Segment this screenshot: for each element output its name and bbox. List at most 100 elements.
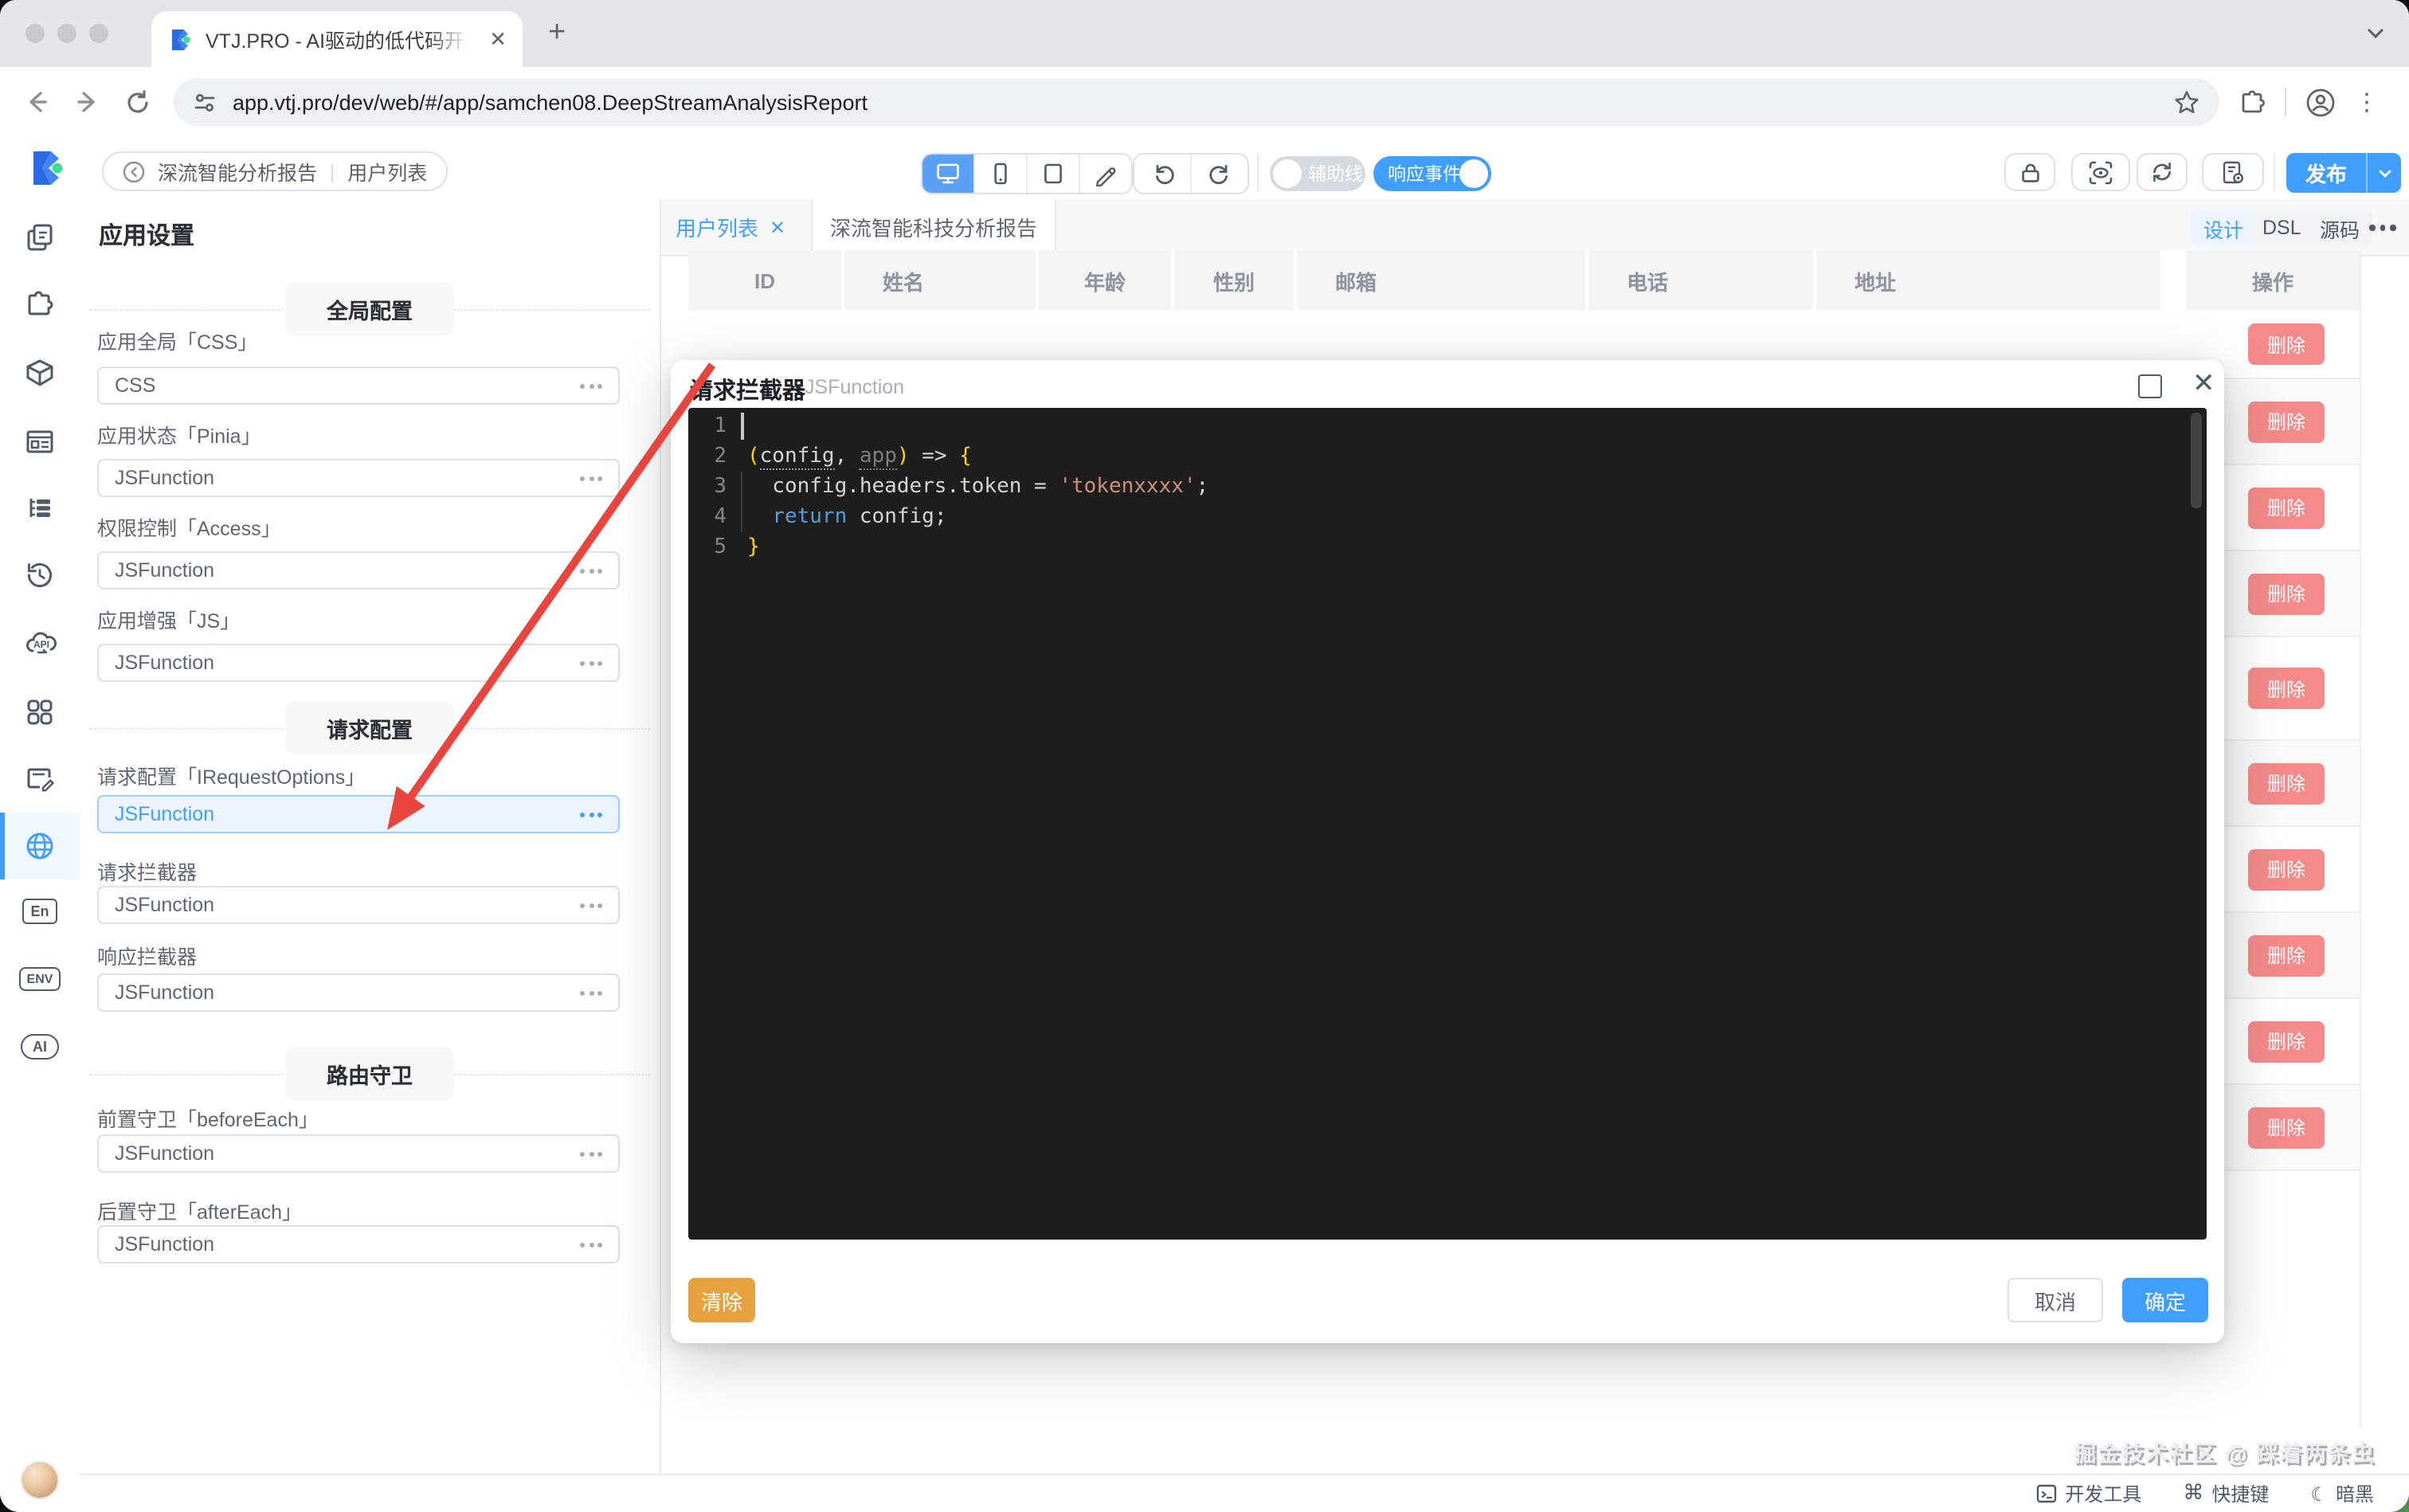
cancel-button[interactable]: 取消 <box>2007 1278 2103 1322</box>
sidebar-item-network[interactable] <box>24 830 56 862</box>
ellipsis-icon[interactable] <box>580 1242 602 1247</box>
sidebar-item-layout[interactable] <box>24 425 56 457</box>
field-input[interactable]: JSFunction <box>97 1225 620 1263</box>
bookmark-star-icon[interactable] <box>2173 88 2200 116</box>
field-input[interactable]: JSFunction <box>97 1134 620 1173</box>
minimize-window-button[interactable] <box>57 24 76 43</box>
browser-tab[interactable]: VTJ.PRO - AI驱动的低代码开发 ✕ <box>151 11 523 67</box>
phone-device-button[interactable] <box>975 155 1028 193</box>
clear-button[interactable]: 清除 <box>688 1278 755 1322</box>
close-window-button[interactable] <box>25 24 45 43</box>
address-bar[interactable]: app.vtj.pro/dev/web/#/app/samchen08.Deep… <box>174 78 2219 126</box>
delete-button[interactable]: 删除 <box>2248 668 2325 709</box>
column-header[interactable]: 姓名 <box>844 250 1039 311</box>
events-toggle[interactable]: 响应事件 <box>1373 156 1491 191</box>
column-header[interactable]: 地址 <box>1816 250 2164 311</box>
tab-close-icon[interactable]: ✕ <box>770 216 785 238</box>
mode-source[interactable]: 源码 <box>2307 210 2372 245</box>
column-header[interactable]: ID <box>688 250 844 311</box>
sidebar-item-history[interactable] <box>24 559 56 591</box>
delete-button[interactable]: 删除 <box>2248 487 2325 528</box>
delete-button[interactable]: 删除 <box>2248 323 2325 365</box>
lock-button[interactable] <box>2004 153 2055 191</box>
delete-button[interactable]: 删除 <box>2248 848 2325 890</box>
preview-button[interactable] <box>2071 153 2130 191</box>
sidebar-item-components[interactable] <box>24 357 56 389</box>
user-avatar[interactable] <box>21 1461 59 1499</box>
url-text[interactable]: app.vtj.pro/dev/web/#/app/samchen08.Deep… <box>233 90 2173 114</box>
column-header[interactable]: 电话 <box>1588 250 1816 311</box>
ellipsis-icon[interactable] <box>580 990 602 995</box>
delete-button[interactable]: 删除 <box>2248 934 2325 976</box>
ellipsis-icon[interactable] <box>580 660 602 665</box>
delete-button[interactable]: 删除 <box>2248 762 2325 804</box>
column-header[interactable]: 邮箱 <box>1297 250 1588 311</box>
code-editor[interactable]: 12(config, app) => {3 config.headers.tok… <box>688 408 2207 1240</box>
desktop-device-button[interactable] <box>922 155 975 193</box>
browser-menu-icon[interactable]: ⋮ <box>2355 88 2379 116</box>
column-header[interactable]: 年龄 <box>1039 250 1174 311</box>
delete-button[interactable]: 删除 <box>2248 1020 2325 1062</box>
breadcrumb-page[interactable]: 用户列表 <box>347 156 427 186</box>
close-icon[interactable]: ✕ <box>2192 368 2215 400</box>
sidebar-item-form[interactable] <box>24 763 56 795</box>
guides-toggle[interactable]: 辅助线 <box>1270 156 1365 191</box>
mode-dsl[interactable]: DSL <box>2250 210 2314 245</box>
ellipsis-icon[interactable] <box>580 568 602 573</box>
sidebar-item-ai[interactable]: AI <box>21 1034 59 1060</box>
confirm-button[interactable]: 确定 <box>2122 1278 2208 1322</box>
ellipsis-icon[interactable] <box>580 383 602 388</box>
extensions-icon[interactable] <box>2239 88 2266 116</box>
forward-icon[interactable] <box>73 88 102 116</box>
back-icon[interactable] <box>22 88 51 116</box>
footer-link-暗黑[interactable]: ☾暗黑 <box>2310 1480 2374 1507</box>
sidebar-item-i18n[interactable]: En <box>22 899 57 924</box>
refresh-button[interactable] <box>2137 153 2188 191</box>
site-settings-icon[interactable] <box>193 90 217 114</box>
field-input[interactable]: JSFunction <box>97 795 620 833</box>
redo-button[interactable] <box>1192 155 1248 193</box>
breadcrumb-project[interactable]: 深流智能分析报告 <box>158 156 317 186</box>
undo-button[interactable] <box>1134 155 1192 193</box>
page-settings-button[interactable] <box>2202 153 2264 191</box>
tablet-device-button[interactable] <box>1028 155 1080 193</box>
column-header[interactable]: 性别 <box>1174 250 1297 311</box>
sidebar-item-blocks[interactable] <box>24 288 56 320</box>
sidebar-item-outline[interactable] <box>24 492 56 524</box>
field-input[interactable]: CSS <box>97 366 620 405</box>
field-input[interactable]: JSFunction <box>97 644 620 682</box>
publish-dropdown-icon[interactable] <box>2368 165 2401 181</box>
zoom-window-button[interactable] <box>89 24 108 43</box>
ellipsis-icon[interactable] <box>580 903 602 907</box>
profile-icon[interactable] <box>2305 87 2336 117</box>
publish-label[interactable]: 发布 <box>2286 158 2366 188</box>
maximize-icon[interactable] <box>2138 374 2162 398</box>
tab-user-list[interactable]: 用户列表 ✕ <box>661 199 811 255</box>
new-tab-button[interactable]: + <box>548 16 566 51</box>
ellipsis-icon[interactable] <box>580 476 602 480</box>
reload-icon[interactable] <box>124 88 151 116</box>
field-input[interactable]: JSFunction <box>97 459 620 497</box>
delete-button[interactable]: 删除 <box>2248 573 2325 614</box>
editor-scrollbar[interactable] <box>2191 413 2202 508</box>
ellipsis-icon[interactable] <box>580 812 602 817</box>
sidebar-item-pages[interactable] <box>24 221 56 253</box>
field-input[interactable]: JSFunction <box>97 973 620 1012</box>
field-input[interactable]: JSFunction <box>97 551 620 590</box>
column-header-actions[interactable]: 操作 <box>2186 250 2360 311</box>
sidebar-item-apps[interactable] <box>24 696 56 728</box>
delete-button[interactable]: 删除 <box>2248 1107 2325 1148</box>
tab-search-chevron-icon[interactable] <box>2364 22 2387 45</box>
field-input[interactable]: JSFunction <box>97 886 620 924</box>
delete-button[interactable]: 删除 <box>2248 401 2325 442</box>
tab-analysis-report[interactable]: 深流智能科技分析报告 <box>811 199 1056 255</box>
window-controls[interactable] <box>25 24 108 43</box>
breadcrumb[interactable]: 深流智能分析报告 | 用户列表 <box>102 151 448 191</box>
mode-design[interactable]: 设计 <box>2191 210 2256 245</box>
tabbar-more-icon[interactable] <box>2369 225 2395 230</box>
footer-link-快捷键[interactable]: ⌘快捷键 <box>2183 1480 2269 1507</box>
ellipsis-icon[interactable] <box>580 1151 602 1156</box>
edit-pencil-button[interactable] <box>1080 155 1131 193</box>
footer-link-开发工具[interactable]: 开发工具 <box>2036 1480 2141 1507</box>
sidebar-item-env[interactable]: ENV <box>19 967 61 991</box>
